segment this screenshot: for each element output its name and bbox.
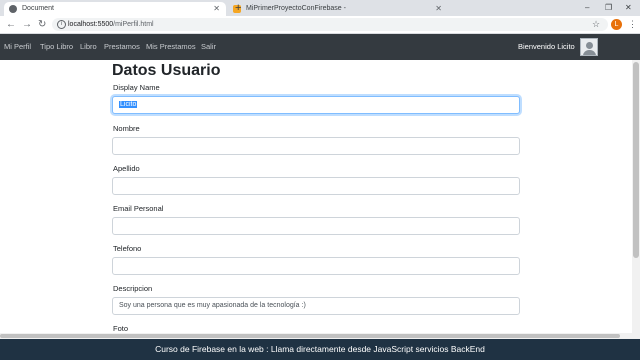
browser-tab-title: MiPrimerProyectoConFirebase -	[246, 5, 346, 12]
forward-icon[interactable]: →	[22, 16, 32, 33]
window-close-icon[interactable]: ✕	[625, 0, 632, 16]
descripcion-input[interactable]: Soy una persona que es muy apasionada de…	[112, 297, 520, 315]
label-apellido: Apellido	[113, 164, 140, 173]
label-telefono: Telefono	[113, 244, 142, 253]
welcome-text: Bienvenido Licito	[518, 42, 575, 51]
address-bar[interactable]: i localhost:5500/miPerfil.html	[52, 18, 608, 31]
nav-libro[interactable]: Libro	[80, 34, 97, 60]
browser-tab-strip: Document ✕ MiPrimerProyectoConFirebase -…	[0, 0, 640, 16]
back-icon[interactable]: ←	[6, 16, 16, 33]
nombre-input[interactable]	[112, 137, 520, 155]
telefono-input[interactable]	[112, 257, 520, 275]
nav-tipo-libro[interactable]: Tipo Libro	[40, 34, 73, 60]
browser-tab-firebase[interactable]: MiPrimerProyectoConFirebase - ✕	[228, 2, 448, 16]
nav-salir[interactable]: Salir	[201, 34, 216, 60]
globe-icon	[9, 5, 17, 13]
label-nombre: Nombre	[113, 124, 140, 133]
maximize-icon[interactable]: ❐	[605, 0, 612, 16]
bookmark-star-icon[interactable]: ☆	[592, 16, 600, 33]
browser-toolbar: ← → ↻ i localhost:5500/miPerfil.html ☆ L…	[0, 16, 640, 34]
url-host: localhost:5500	[68, 21, 114, 28]
label-email-personal: Email Personal	[113, 204, 164, 213]
url-path: /miPerfil.html	[113, 21, 154, 28]
page-title: Datos Usuario	[112, 62, 221, 79]
avatar-head	[586, 42, 593, 49]
course-banner: Curso de Firebase en la web : Llama dire…	[0, 339, 640, 360]
minimize-icon[interactable]: –	[585, 0, 589, 16]
app-navbar: Mi Perfil Tipo Libro Libro Prestamos Mis…	[0, 34, 640, 60]
label-display-name: Display Name	[113, 83, 160, 92]
email-personal-input[interactable]	[112, 217, 520, 235]
browser-menu-icon[interactable]: ⋮	[628, 16, 637, 33]
nav-prestamos[interactable]: Prestamos	[104, 34, 140, 60]
avatar-body	[583, 50, 596, 55]
close-tab-icon[interactable]: ✕	[435, 2, 442, 16]
profile-avatar[interactable]: L	[611, 19, 622, 30]
reload-icon[interactable]: ↻	[38, 16, 46, 33]
close-tab-icon[interactable]: ✕	[213, 2, 220, 16]
vertical-scrollbar[interactable]	[632, 60, 640, 340]
browser-tab-title: Document	[22, 5, 54, 12]
display-name-input[interactable]: Licito	[112, 96, 520, 114]
info-icon[interactable]: i	[57, 20, 66, 29]
nav-mis-prestamos[interactable]: Mis Prestamos	[146, 34, 196, 60]
apellido-input[interactable]	[112, 177, 520, 195]
horizontal-scroll-thumb[interactable]	[0, 334, 620, 338]
label-descripcion: Descripcion	[113, 284, 153, 293]
user-avatar[interactable]	[580, 38, 598, 56]
address-url[interactable]: localhost:5500/miPerfil.html	[68, 18, 154, 31]
nav-mi-perfil[interactable]: Mi Perfil	[4, 34, 31, 60]
new-tab-button[interactable]: +	[235, 1, 241, 15]
browser-tab-document[interactable]: Document ✕	[4, 2, 226, 16]
display-name-value: Licito	[119, 101, 138, 108]
vertical-scroll-thumb[interactable]	[633, 62, 639, 258]
